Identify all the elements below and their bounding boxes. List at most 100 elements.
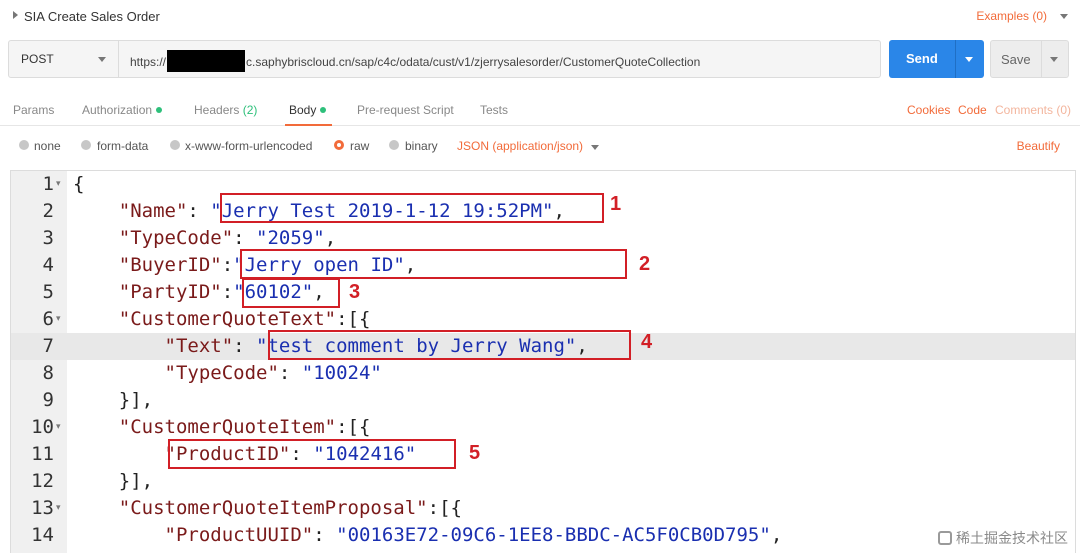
tab-authorization[interactable]: Authorization (82, 103, 163, 117)
send-divider (955, 40, 956, 78)
code-link[interactable]: Code (958, 103, 987, 117)
code-text: }], (73, 470, 153, 492)
code-token: :[{ (336, 416, 371, 438)
radio-binary[interactable] (389, 140, 399, 150)
tab-tests-label: Tests (480, 103, 509, 117)
tab-prerequest-script[interactable]: Pre-request Script (357, 103, 454, 117)
examples-link[interactable]: Examples (0) (976, 9, 1047, 23)
content-type-select[interactable]: JSON (application/json) (457, 139, 583, 153)
code-text: "CustomerQuoteItemProposal":[{ (73, 497, 462, 519)
code-line[interactable]: 13 ▾ "CustomerQuoteItemProposal":[{ (11, 495, 1075, 522)
code-line[interactable]: 6 ▾ "CustomerQuoteText":[{ (11, 306, 1075, 333)
code-token: , (770, 524, 783, 546)
radio-form-data-label[interactable]: form-data (97, 139, 148, 153)
tab-tests[interactable]: Tests (480, 103, 508, 117)
code-text: "ProductUUID": "00163E72-09C6-1EE8-BBDC-… (73, 524, 783, 546)
juejin-logo-icon (938, 531, 952, 546)
radio-raw[interactable] (334, 140, 344, 150)
examples-chevron-icon[interactable] (1060, 14, 1068, 19)
tab-params[interactable]: Params (13, 103, 54, 117)
save-button[interactable]: Save (990, 40, 1069, 78)
request-title[interactable]: SIA Create Sales Order (24, 9, 160, 24)
annotation-number-3: 3 (349, 281, 361, 303)
code-line[interactable]: 9 }], (11, 387, 1075, 414)
annotation-number-5: 5 (469, 442, 481, 464)
annotation-box-4 (268, 330, 631, 360)
json-key: "CustomerQuoteItemProposal" (118, 497, 428, 519)
json-key: "Name" (118, 200, 188, 222)
annotation-box-2 (240, 249, 627, 279)
radio-none-label[interactable]: none (34, 139, 61, 153)
send-options-chevron-icon[interactable] (965, 57, 973, 62)
json-key: "CustomerQuoteItem" (118, 416, 337, 438)
send-button[interactable]: Send (889, 40, 984, 78)
json-value: "00163E72-09C6-1EE8-BBDC-AC5F0CB0D795" (336, 524, 771, 546)
annotation-number-1: 1 (610, 193, 622, 215)
annotation-number-2: 2 (639, 253, 651, 275)
radio-form-data[interactable] (81, 140, 91, 150)
line-number: 3 (42, 227, 54, 249)
fold-toggle-icon[interactable]: ▾ (56, 314, 61, 324)
json-key: "CustomerQuoteText" (118, 308, 337, 330)
annotation-box-1 (220, 193, 604, 223)
radio-raw-label[interactable]: raw (350, 139, 369, 153)
tab-authorization-label: Authorization (82, 103, 153, 117)
url-input[interactable]: https:// c.saphybriscloud.cn/sap/c4c/odat… (130, 50, 700, 74)
code-text: "TypeCode": "2059", (73, 227, 336, 249)
code-token: }], (73, 470, 154, 492)
radio-none[interactable] (19, 140, 29, 150)
radio-urlencoded-label[interactable]: x-www-form-urlencoded (185, 139, 312, 153)
code-token: : (187, 200, 211, 222)
fold-toggle-icon[interactable]: ▾ (56, 503, 61, 513)
line-number: 10 (31, 416, 54, 438)
code-line[interactable]: 14 "ProductUUID": "00163E72-09C6-1EE8-BB… (11, 522, 1075, 549)
send-label: Send (906, 51, 938, 66)
tab-prerequest-label: Pre-request Script (357, 103, 454, 117)
save-label: Save (1001, 52, 1031, 67)
code-token: : (313, 524, 337, 546)
code-token: }], (73, 389, 154, 411)
beautify-link[interactable]: Beautify (1017, 139, 1060, 153)
code-line[interactable]: 10 ▾ "CustomerQuoteItem":[{ (11, 414, 1075, 441)
save-options-chevron-icon[interactable] (1050, 57, 1058, 62)
method-select[interactable]: POST (9, 41, 119, 77)
expand-caret-icon[interactable] (13, 11, 18, 19)
code-token: : (233, 335, 257, 357)
tab-body[interactable]: Body (289, 103, 327, 117)
watermark-text: 稀土掘金技术社区 (956, 530, 1068, 546)
code-token: : (221, 254, 234, 276)
radio-urlencoded[interactable] (170, 140, 180, 150)
comments-link[interactable]: Comments (0) (995, 103, 1071, 117)
code-token: : (278, 362, 302, 384)
watermark: 稀土掘金技术社区 (938, 528, 1068, 548)
url-prefix: https:// (130, 55, 167, 70)
code-line[interactable]: 3 "TypeCode": "2059", (11, 225, 1075, 252)
tab-headers-label: Headers (194, 103, 240, 117)
code-text: { (73, 173, 84, 195)
fold-toggle-icon[interactable]: ▾ (56, 179, 61, 189)
code-text: }], (73, 389, 153, 411)
cookies-link[interactable]: Cookies (907, 103, 950, 117)
code-token: :[{ (336, 308, 371, 330)
fold-toggle-icon[interactable]: ▾ (56, 422, 61, 432)
chevron-down-icon (98, 57, 106, 62)
code-editor[interactable]: 1 ▾{2 "Name": "Jerry Test 2019-1-12 19:52… (10, 170, 1076, 553)
content-type-chevron-icon[interactable] (591, 145, 599, 150)
code-line[interactable]: 5 "PartyID":"60102", (11, 279, 1075, 306)
method-label: POST (21, 52, 54, 66)
tab-headers[interactable]: Headers (2) (194, 103, 257, 117)
line-number: 4 (42, 254, 54, 276)
code-line[interactable]: 12 }], (11, 468, 1075, 495)
line-number: 12 (31, 470, 54, 492)
radio-binary-label[interactable]: binary (405, 139, 438, 153)
code-token: : (233, 227, 257, 249)
request-url-bar: POST https:// c.saphybriscloud.cn/sap/c4c… (8, 40, 881, 78)
annotation-box-3 (242, 278, 340, 308)
code-line[interactable]: 8 "TypeCode": "10024" (11, 360, 1075, 387)
